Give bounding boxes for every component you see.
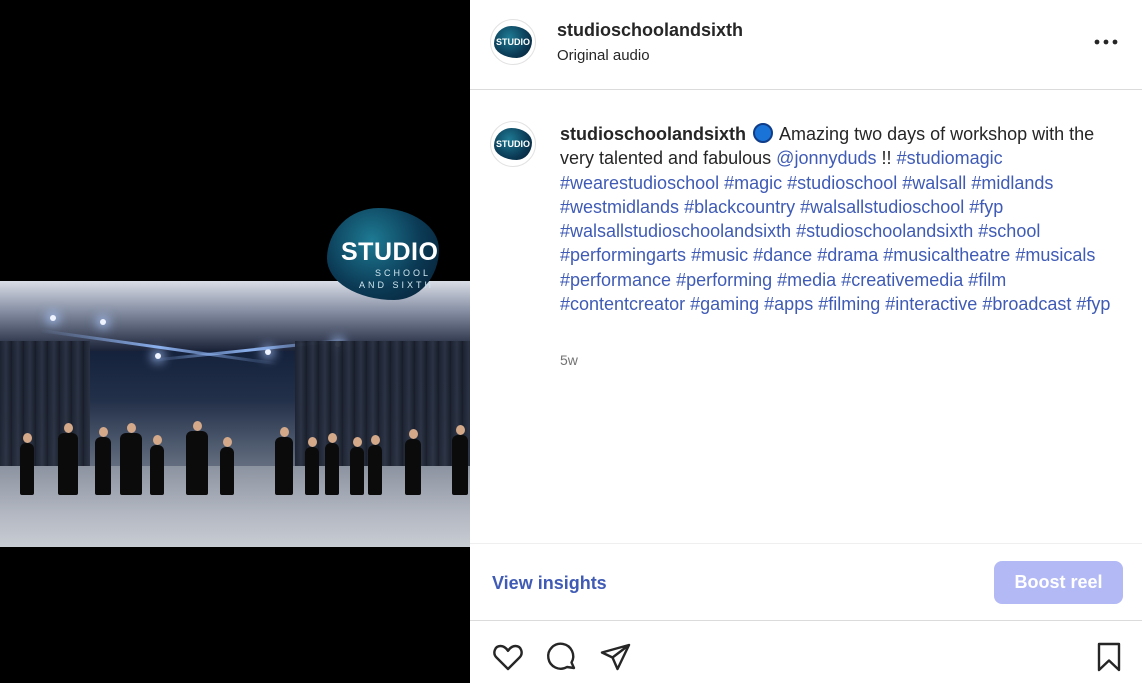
- mention-link[interactable]: @jonnyduds: [776, 148, 876, 168]
- hashtag-link[interactable]: #music: [691, 245, 748, 265]
- dancer: [220, 437, 234, 495]
- dancer: [350, 437, 364, 495]
- hashtag-link[interactable]: #performance: [560, 270, 671, 290]
- dancer: [186, 421, 208, 495]
- hashtag-link[interactable]: #midlands: [971, 173, 1053, 193]
- hashtag-link[interactable]: #studioschool: [787, 173, 897, 193]
- hashtag-link[interactable]: #fyp: [969, 197, 1003, 217]
- studio-logo: STUDIO SCHOOL AND SIXTH: [327, 208, 439, 300]
- hashtag-link[interactable]: #film: [968, 270, 1006, 290]
- hashtag-link[interactable]: #school: [978, 221, 1040, 241]
- dancer: [95, 427, 111, 495]
- post-time[interactable]: 5w: [560, 352, 578, 368]
- hashtag-link[interactable]: #studioschoolandsixth: [796, 221, 973, 241]
- dancer: [305, 437, 319, 495]
- caption-text-end: !!: [881, 148, 892, 169]
- view-insights-link[interactable]: View insights: [492, 573, 607, 594]
- heart-icon[interactable]: [491, 640, 525, 674]
- hashtag-link[interactable]: #performingarts: [560, 245, 686, 265]
- action-bar: [470, 622, 1142, 683]
- avatar[interactable]: STUDIO: [490, 19, 536, 65]
- avatar-logo: STUDIO: [494, 128, 532, 160]
- hashtag-link[interactable]: #fyp: [1076, 294, 1110, 314]
- hashtag-link[interactable]: #magic: [724, 173, 782, 193]
- dancer: [58, 423, 78, 495]
- hashtag-link[interactable]: #broadcast: [982, 294, 1071, 314]
- comment-icon[interactable]: [545, 640, 579, 674]
- hashtag-link[interactable]: #westmidlands: [560, 197, 679, 217]
- hashtag-link[interactable]: #musicals: [1015, 245, 1095, 265]
- hashtag-link[interactable]: #media: [777, 270, 836, 290]
- insights-bar: View insights Boost reel: [470, 543, 1142, 621]
- hashtag-link[interactable]: #apps: [764, 294, 813, 314]
- hashtag-link[interactable]: #blackcountry: [684, 197, 795, 217]
- hashtag-link[interactable]: #interactive: [885, 294, 977, 314]
- hashtag-link[interactable]: #wearestudioschool: [560, 173, 719, 193]
- dancer: [405, 429, 421, 495]
- hashtag-link[interactable]: #dance: [753, 245, 812, 265]
- logo-line-3: AND SIXTH: [359, 280, 435, 290]
- hashtag-link[interactable]: #gaming: [690, 294, 759, 314]
- audio-label[interactable]: Original audio: [557, 47, 650, 64]
- post-caption: studioschoolandsixth Amazing two days of…: [560, 122, 1126, 316]
- blue-circle-emoji: [753, 123, 774, 143]
- hashtag-link[interactable]: #walsallstudioschool: [800, 197, 964, 217]
- hashtag-link[interactable]: #studiomagic: [897, 148, 1003, 168]
- bookmark-icon[interactable]: [1092, 640, 1126, 674]
- avatar-logo: STUDIO: [494, 26, 532, 58]
- logo-line-1: STUDIO: [341, 238, 439, 266]
- hashtag-link[interactable]: #walsall: [902, 173, 966, 193]
- stage-light: [100, 319, 106, 325]
- hashtag-list: #studiomagic #wearestudioschool #magic #…: [560, 148, 1110, 314]
- hashtag-link[interactable]: #filming: [818, 294, 880, 314]
- caption-username[interactable]: studioschoolandsixth: [560, 124, 746, 144]
- stage-light: [50, 315, 56, 321]
- hashtag-link[interactable]: #drama: [817, 245, 878, 265]
- caption-avatar[interactable]: STUDIO: [490, 121, 536, 167]
- post-username[interactable]: studioschoolandsixth: [557, 20, 743, 41]
- post-panel: STUDIO studioschoolandsixth Original aud…: [470, 0, 1142, 683]
- hashtag-link[interactable]: #performing: [676, 270, 772, 290]
- hashtag-link[interactable]: #creativemedia: [841, 270, 963, 290]
- stage-light: [265, 349, 271, 355]
- hashtag-link[interactable]: #walsallstudioschoolandsixth: [560, 221, 791, 241]
- hashtag-link[interactable]: #musicaltheatre: [883, 245, 1010, 265]
- logo-line-2: SCHOOL: [375, 268, 432, 278]
- more-options-icon[interactable]: [1092, 30, 1122, 54]
- video-frame: [0, 281, 470, 547]
- boost-reel-button[interactable]: Boost reel: [994, 561, 1123, 604]
- reel-video[interactable]: STUDIO SCHOOL AND SIXTH: [0, 0, 470, 683]
- send-icon[interactable]: [599, 640, 633, 674]
- post-header: STUDIO studioschoolandsixth Original aud…: [470, 0, 1142, 90]
- dancer: [150, 435, 164, 495]
- dancer: [325, 433, 339, 495]
- dancer: [368, 435, 382, 495]
- hashtag-link[interactable]: #contentcreator: [560, 294, 685, 314]
- dancer: [120, 423, 142, 495]
- dancer: [275, 427, 293, 495]
- dancer: [20, 433, 34, 495]
- dancer: [452, 425, 468, 495]
